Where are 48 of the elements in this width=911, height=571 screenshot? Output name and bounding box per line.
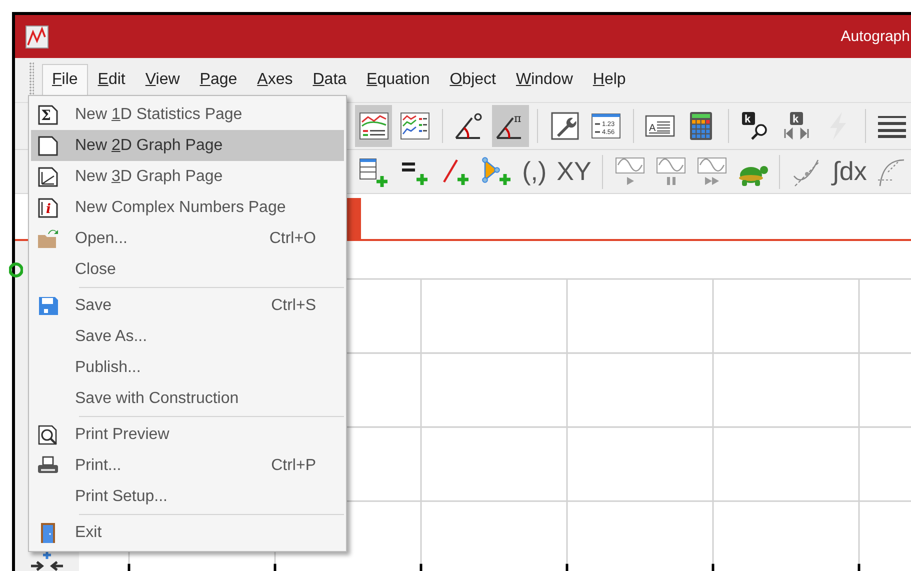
toolbar-button[interactable] bbox=[355, 105, 392, 147]
table-plus-icon bbox=[358, 156, 390, 188]
graph-icon bbox=[25, 24, 49, 48]
print-preview-icon bbox=[37, 424, 59, 446]
menu-item[interactable]: Σ New 1D Statistics Page bbox=[31, 99, 344, 130]
sigma-page-icon: Σ bbox=[37, 104, 59, 126]
folder-icon bbox=[37, 228, 59, 250]
menu-item[interactable]: Exit bbox=[31, 517, 344, 548]
toolbar-button[interactable]: A bbox=[642, 105, 679, 147]
menu-item[interactable]: Open... Ctrl+O bbox=[31, 223, 344, 254]
menu-item[interactable]: Save As... bbox=[31, 321, 344, 352]
menu-item[interactable]: View bbox=[135, 64, 190, 96]
toolbar-button[interactable]: (,) bbox=[519, 152, 550, 192]
menu-item[interactable]: Save Ctrl+S bbox=[31, 290, 344, 321]
menu-item[interactable]: Close bbox=[31, 254, 344, 285]
menu-item[interactable]: Axes bbox=[247, 64, 303, 96]
menu-item[interactable]: Print Preview bbox=[31, 419, 344, 450]
menu-item[interactable]: Publish... bbox=[31, 352, 344, 383]
toolbar-button[interactable]: ∫dx bbox=[829, 152, 870, 192]
menu-item[interactable]: New 3D Graph Page bbox=[31, 161, 344, 192]
wave-pause-icon bbox=[654, 156, 687, 188]
line-chart-icon bbox=[358, 110, 390, 142]
arrows-icon bbox=[29, 549, 65, 571]
toolbar-button[interactable]: XY bbox=[554, 152, 594, 192]
page-icon bbox=[37, 134, 59, 156]
window-title: Autograph bbox=[840, 28, 910, 45]
menu-item[interactable]: New 2D Graph Page bbox=[31, 130, 344, 161]
menu-item[interactable]: Print... Ctrl+P bbox=[31, 450, 344, 481]
wave-forward-icon bbox=[696, 156, 728, 188]
toolbar-button[interactable]: k bbox=[778, 105, 816, 147]
menu-item[interactable]: Edit bbox=[88, 64, 136, 96]
menu-item[interactable]: Help bbox=[582, 64, 636, 96]
toolbar-button[interactable]: π bbox=[492, 105, 530, 147]
triangle-plus-icon bbox=[480, 156, 513, 188]
menu-item[interactable]: Page bbox=[190, 64, 248, 96]
wrench-icon bbox=[548, 110, 581, 142]
menu-item[interactable]: Print Setup... bbox=[31, 481, 344, 512]
menu-item[interactable]: Object bbox=[440, 64, 506, 96]
complex-page-icon: i bbox=[37, 196, 59, 218]
menu-item[interactable]: Equation bbox=[356, 64, 440, 96]
menu-item[interactable]: File bbox=[42, 64, 88, 96]
graph-page-icon bbox=[37, 166, 59, 188]
toolbar-button[interactable]: k bbox=[737, 105, 774, 147]
menu-item[interactable]: Window bbox=[506, 64, 583, 96]
menu-item[interactable]: Save with Construction bbox=[31, 383, 344, 414]
chart-legend-icon bbox=[398, 110, 431, 142]
menu-item[interactable]: Data bbox=[302, 64, 357, 96]
wave-play-icon bbox=[614, 156, 646, 188]
